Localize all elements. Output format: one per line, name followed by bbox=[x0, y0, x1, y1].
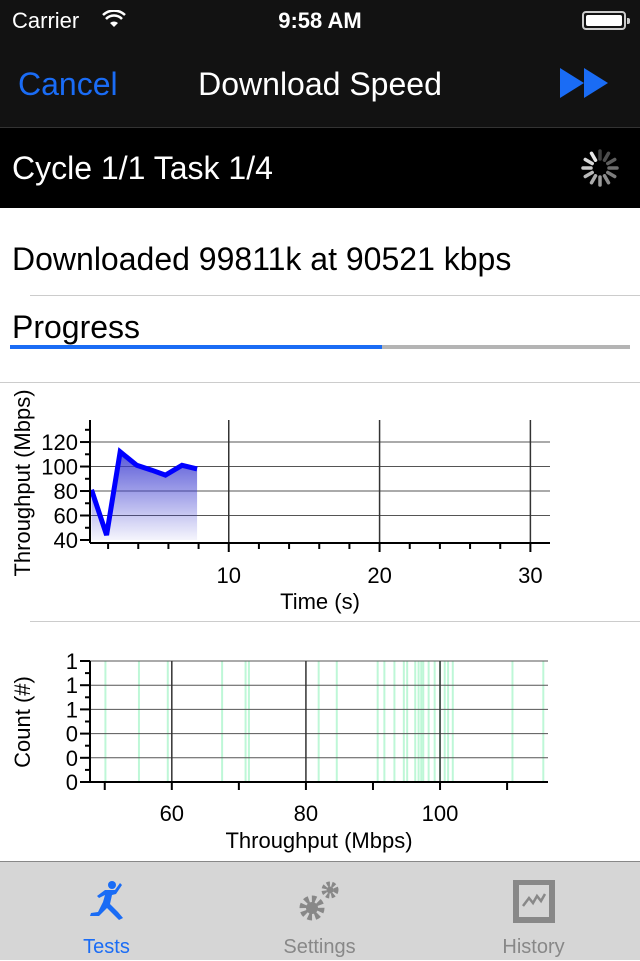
y-tick-label: 120 bbox=[41, 430, 78, 455]
gears-icon bbox=[299, 881, 338, 921]
tab-label: History bbox=[502, 936, 565, 958]
spinner-spoke bbox=[583, 157, 594, 166]
cancel-button[interactable]: Cancel bbox=[18, 66, 118, 103]
y-tick-label: 40 bbox=[54, 528, 78, 553]
tab-settings[interactable]: Settings bbox=[213, 862, 426, 961]
throughput-histogram-chart: 00011160 80 100Throughput (Mbps)Count (#) bbox=[10, 649, 548, 853]
x-tick-label: 30 bbox=[518, 563, 542, 588]
spinner-spoke bbox=[606, 157, 617, 166]
y-tick-label: 1 bbox=[66, 697, 78, 722]
y-tick-label: 100 bbox=[41, 455, 78, 480]
divider bbox=[30, 295, 640, 296]
spinner-spoke bbox=[602, 151, 611, 162]
chart-history-icon bbox=[512, 880, 555, 923]
progress-label: Progress bbox=[12, 309, 141, 345]
x-tick-label: 100 bbox=[422, 801, 459, 826]
y-tick-label: 60 bbox=[54, 504, 78, 529]
battery-icon bbox=[582, 11, 630, 30]
x-tick-label: 80 bbox=[294, 801, 318, 826]
cycle-task-label: Cycle 1/1 Task 1/4 bbox=[12, 150, 273, 186]
throughput-time-chart: 406080100120 10 20 30 Time (s) Throughput (Mb… bbox=[10, 389, 550, 614]
tab-tests[interactable]: Tests bbox=[0, 862, 213, 961]
progress-bar bbox=[10, 345, 630, 349]
tab-label: Settings bbox=[283, 936, 356, 958]
tab-history[interactable]: History bbox=[427, 862, 640, 961]
x-tick-label: 20 bbox=[367, 563, 391, 588]
y-axis-label: Count (#) bbox=[10, 676, 35, 768]
y-tick-label: 0 bbox=[66, 722, 78, 747]
spinner-spoke bbox=[583, 170, 594, 179]
activity-spinner-icon bbox=[581, 149, 619, 187]
y-tick-label: 0 bbox=[66, 770, 78, 795]
x-axis-label: Throughput (Mbps) bbox=[225, 828, 412, 853]
y-tick-label: 0 bbox=[66, 746, 78, 771]
x-axis-label: Time (s) bbox=[280, 589, 360, 614]
download-status-text: Downloaded 99811k at 90521 kbps bbox=[12, 241, 512, 277]
spinner-spoke bbox=[602, 174, 611, 185]
tab-bar: Tests Settings History bbox=[0, 861, 640, 960]
x-tick-label: 10 bbox=[217, 563, 241, 588]
x-tick-label: 60 bbox=[160, 801, 184, 826]
navigation-bar: Cancel Download Speed bbox=[0, 40, 640, 128]
spinner-spoke bbox=[589, 151, 598, 162]
spinner-spoke bbox=[606, 170, 617, 179]
fast-forward-icon[interactable] bbox=[560, 68, 610, 98]
spinner-spoke bbox=[589, 174, 598, 185]
tab-label: Tests bbox=[83, 936, 130, 958]
status-bar: Carrier 9:58 AM bbox=[0, 0, 640, 40]
y-tick-label: 80 bbox=[54, 479, 78, 504]
cycle-status-band: Cycle 1/1 Task 1/4 bbox=[0, 128, 640, 208]
clock: 9:58 AM bbox=[278, 8, 362, 33]
y-tick-label: 1 bbox=[66, 673, 78, 698]
running-man-icon bbox=[89, 881, 123, 920]
y-tick-label: 1 bbox=[66, 649, 78, 674]
y-axis-label: Throughput (Mbps) bbox=[10, 389, 35, 576]
